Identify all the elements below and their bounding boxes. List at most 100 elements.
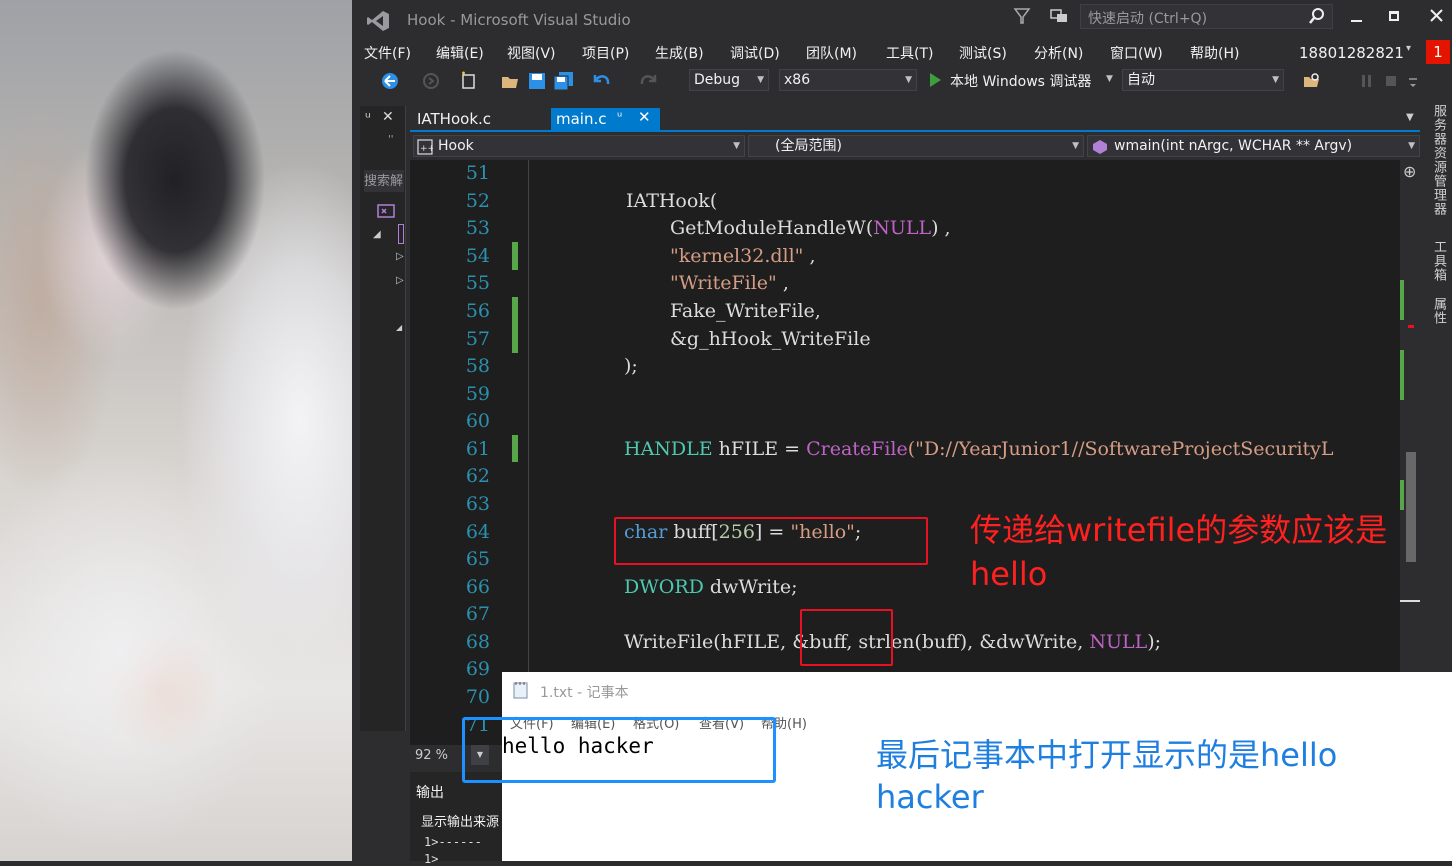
cpp-project-icon: ++ (417, 139, 435, 161)
panel-search-input[interactable]: 搜索解 (364, 170, 404, 192)
split-editor-icon[interactable]: ⊕ (1403, 162, 1416, 181)
maximize-button[interactable] (1389, 11, 1399, 21)
back-icon[interactable] (380, 71, 402, 95)
platform-dropdown[interactable]: x86 ▼ (779, 69, 917, 91)
save-all-icon[interactable] (553, 71, 575, 95)
line-number: 59 (465, 383, 490, 405)
close-button[interactable] (1427, 6, 1447, 26)
pause-icon[interactable] (1360, 73, 1374, 92)
scrollbar-error-marker (1408, 325, 1414, 328)
pin-icon[interactable]: ᵘ (365, 110, 371, 126)
menu-analyze[interactable]: 分析(N) (1034, 43, 1083, 63)
forward-icon[interactable] (421, 71, 441, 95)
menu-project[interactable]: 项目(P) (582, 43, 629, 63)
line-number: 56 (465, 300, 490, 322)
start-debugging-button[interactable]: 本地 Windows 调试器 ▼ (926, 69, 1116, 91)
solution-mode-dropdown[interactable]: 自动 ▼ (1122, 69, 1284, 91)
open-folder-icon[interactable] (500, 71, 520, 95)
tree-expand-icon[interactable]: ▷ (396, 251, 404, 262)
tab-list-dropdown[interactable]: ▼ (1406, 112, 1414, 123)
chevron-down-icon[interactable]: ▾ (1406, 43, 1411, 54)
menu-view[interactable]: 视图(V) (507, 43, 556, 63)
zoom-level[interactable]: 92 % (415, 748, 448, 763)
line-number: 64 (465, 521, 490, 543)
menu-build[interactable]: 生成(B) (655, 43, 704, 63)
notepad-icon (512, 680, 530, 704)
line-number: 70 (465, 686, 490, 708)
redo-icon[interactable] (637, 70, 659, 94)
line-number: 66 (465, 576, 490, 598)
menu-test[interactable]: 测试(S) (959, 43, 1007, 63)
line-number: 54 (465, 245, 490, 267)
chevron-down-icon: ▼ (1272, 75, 1279, 85)
editor-vertical-scrollbar[interactable]: ⊕ (1400, 160, 1420, 745)
side-tab-properties[interactable]: 属性 (1428, 297, 1448, 325)
project-dropdown[interactable]: ++ Hook ▼ (413, 135, 745, 157)
menu-tools[interactable]: 工具(T) (886, 43, 933, 63)
line-number: 58 (465, 355, 490, 377)
change-marker (512, 297, 518, 353)
toolbar-overflow-icon[interactable] (1407, 70, 1419, 92)
close-tab-icon[interactable]: ✕ (638, 108, 651, 126)
find-in-files-icon[interactable] (1302, 71, 1322, 95)
code-line-57: &g_hHook_WriteFile (670, 328, 871, 350)
tab-main[interactable]: main.c ᵘ ✕ (551, 108, 660, 130)
configuration-value: Debug (694, 72, 741, 88)
annotation-box-buff-declaration (614, 517, 928, 565)
window-title: Hook - Microsoft Visual Studio (407, 11, 631, 29)
line-number: 62 (465, 465, 490, 487)
save-icon[interactable] (527, 71, 547, 95)
menu-team[interactable]: 团队(M) (806, 43, 857, 63)
scope-dropdown[interactable]: (全局范围) ▼ (748, 135, 1084, 157)
solution-icon (376, 201, 396, 225)
menu-window[interactable]: 窗口(W) (1110, 43, 1163, 63)
code-line-61: HANDLE hFILE = CreateFile("D://YearJunio… (624, 438, 1334, 460)
line-number: 61 (465, 438, 490, 460)
line-number: 51 (465, 162, 490, 184)
tree-collapse-icon[interactable]: ◢ (396, 323, 402, 332)
member-dropdown[interactable]: wmain(int nArgc, WCHAR ** Argv) ▼ (1087, 135, 1420, 157)
scrollbar-change-marker (1400, 350, 1404, 400)
desktop-wallpaper (0, 0, 352, 861)
code-content: IATHook( GetModuleHandleW(NULL) , "kerne… (536, 160, 1398, 745)
change-marker (512, 435, 518, 462)
configuration-dropdown[interactable]: Debug ▼ (689, 69, 769, 91)
annotation-blue-text-line1: 最后记事本中打开显示的是hello (876, 736, 1338, 774)
menu-file[interactable]: 文件(F) (364, 43, 411, 63)
tab-iathook[interactable]: IATHook.c (410, 108, 548, 130)
play-icon (928, 72, 942, 92)
output-panel: 输出 显示输出来源 1>------ 1> (410, 772, 510, 866)
scope-value: (全局范围) (775, 138, 842, 154)
tree-expand-icon[interactable]: ▷ (396, 275, 404, 286)
notification-badge[interactable]: 1 (1426, 40, 1450, 64)
line-number: 65 (465, 548, 490, 570)
side-tab-server-explorer[interactable]: 服务器资源管理器 (1428, 104, 1448, 216)
menu-help[interactable]: 帮助(H) (1190, 43, 1239, 63)
scrollbar-thumb[interactable] (1406, 452, 1416, 562)
side-tab-toolbox[interactable]: 工具箱 (1428, 240, 1448, 282)
filter-icon[interactable] (1013, 6, 1031, 26)
scrollbar-change-marker (1400, 280, 1404, 320)
menu-edit[interactable]: 编辑(E) (436, 43, 484, 63)
account-name[interactable]: 18801282821 (1299, 44, 1404, 62)
output-line: 1> (424, 852, 453, 866)
code-line-53: GetModuleHandleW(NULL) , (670, 217, 951, 239)
pin-icon[interactable]: ᵘ (617, 110, 622, 125)
annotation-box-buff-argument (800, 609, 893, 666)
stop-icon[interactable] (1384, 73, 1398, 92)
chevron-down-icon: ▼ (733, 141, 740, 151)
solution-mode-value: 自动 (1127, 72, 1155, 88)
undo-icon[interactable] (591, 70, 613, 94)
tree-collapse-icon[interactable]: ◢ (373, 229, 381, 240)
code-line-52: IATHook( (626, 190, 718, 212)
debugger-label: 本地 Windows 调试器 (950, 74, 1092, 90)
new-project-icon[interactable] (459, 71, 479, 95)
minimize-button[interactable] (1350, 9, 1364, 23)
output-title: 输出 (416, 785, 444, 801)
solution-explorer-panel: ᵘ ✕ '' 搜索解 ◢ ▷ ▷ ◢ (360, 106, 406, 731)
feedback-icon[interactable] (1048, 6, 1070, 26)
quick-launch-input[interactable]: 快速启动 (Ctrl+Q) (1080, 4, 1333, 29)
panel-search-label: 搜索解 (364, 174, 404, 189)
menu-debug[interactable]: 调试(D) (730, 43, 780, 63)
close-panel-icon[interactable]: ✕ (382, 109, 394, 125)
